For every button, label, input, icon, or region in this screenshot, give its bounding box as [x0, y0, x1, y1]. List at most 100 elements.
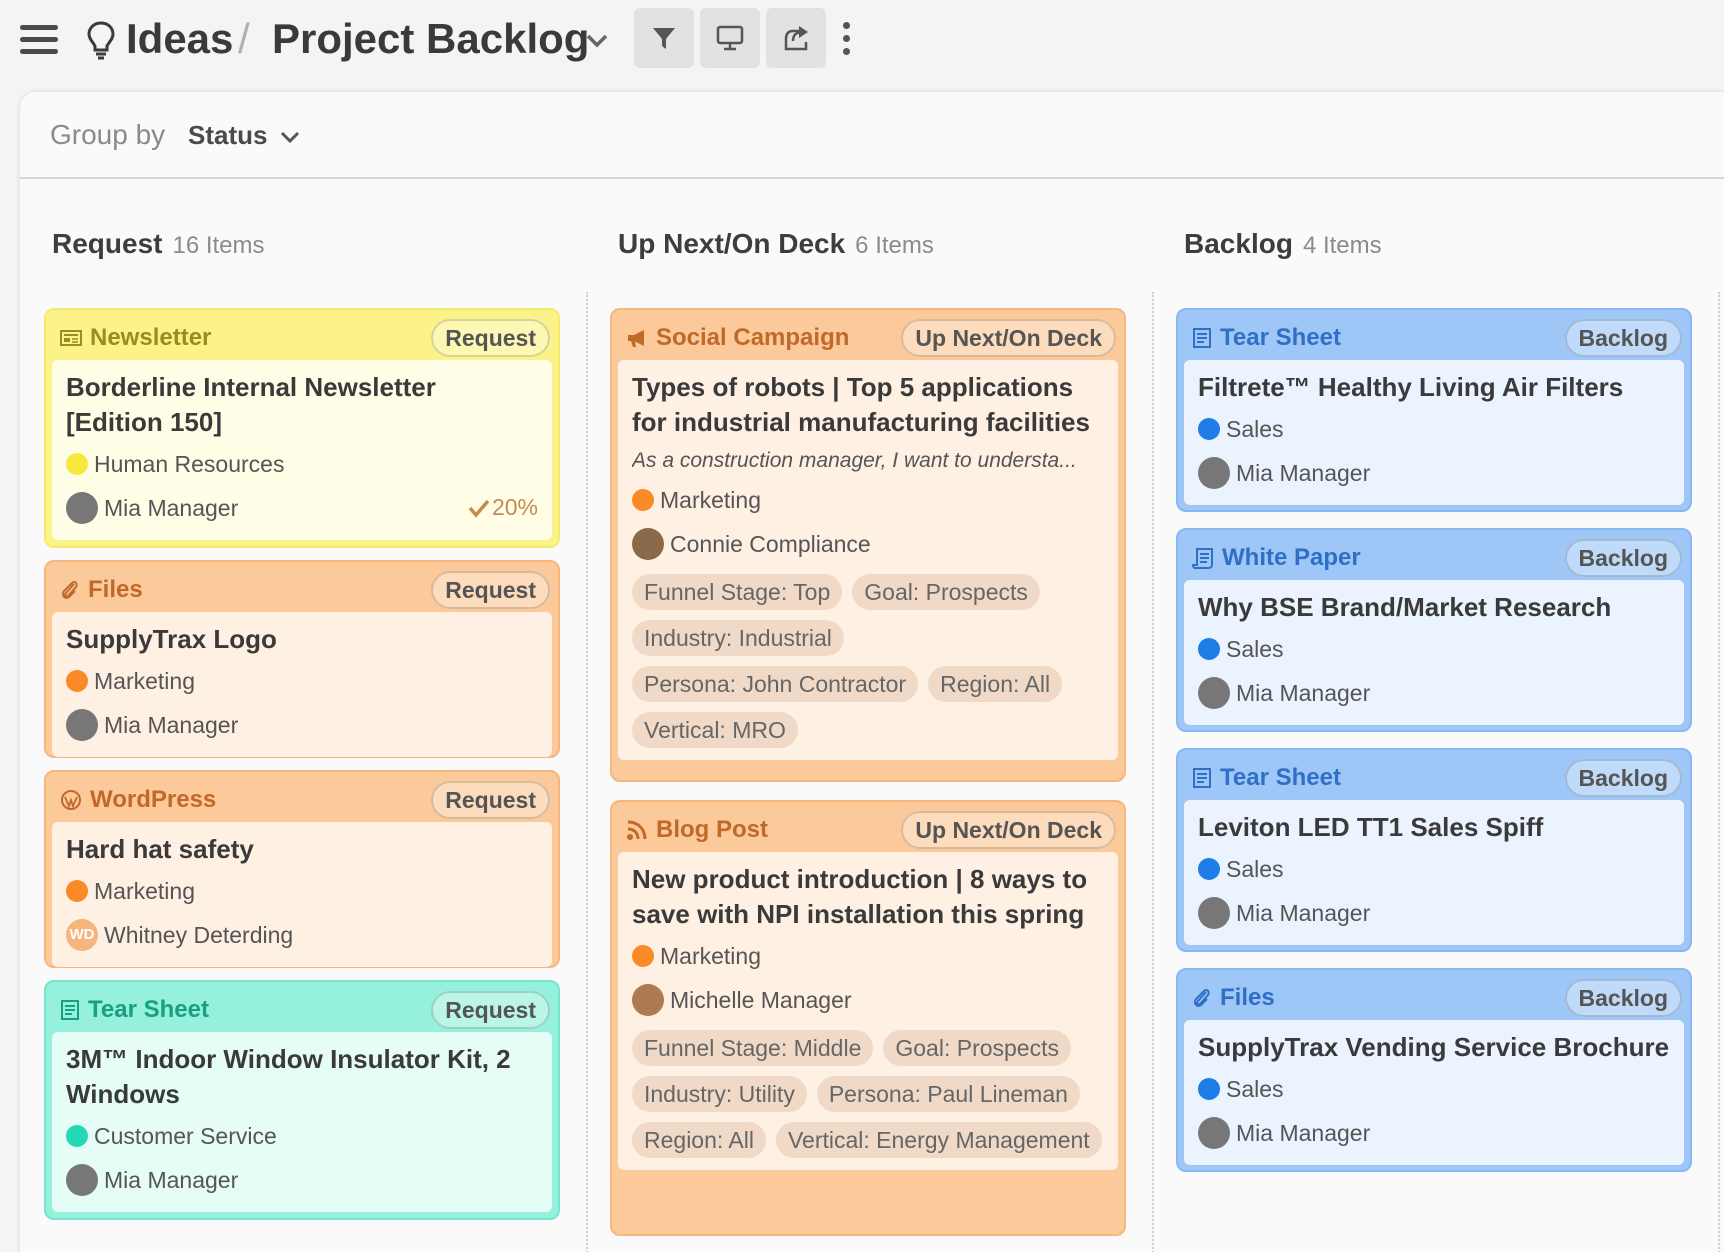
card-title[interactable]: SupplyTrax Vending Service Brochure — [1198, 1030, 1670, 1065]
avatar — [66, 1164, 98, 1196]
present-button[interactable] — [700, 8, 760, 68]
card-type-label: Tear Sheet — [1220, 324, 1341, 351]
share-button[interactable] — [766, 8, 826, 68]
status-badge[interactable]: Backlog — [1564, 319, 1682, 357]
idea-card[interactable]: Tear Sheet Backlog Leviton LED TT1 Sales… — [1176, 748, 1692, 952]
column-header-upnext: Up Next/On Deck 6 Items — [618, 224, 934, 269]
card-body: Filtrete™ Healthy Living Air Filters Sal… — [1184, 360, 1684, 505]
card-type: Files — [60, 572, 143, 608]
avatar — [66, 709, 98, 741]
department-label: Sales — [1226, 1075, 1284, 1102]
card-body: New product introduction | 8 ways to sav… — [618, 852, 1118, 1170]
avatar — [632, 528, 664, 560]
idea-card[interactable]: Tear Sheet Request 3M™ Indoor Window Ins… — [44, 980, 560, 1220]
owner: Mia Manager — [1198, 453, 1670, 493]
idea-card[interactable]: Newsletter Request Borderline Internal N… — [44, 308, 560, 548]
owner-name: Mia Manager — [104, 711, 239, 738]
department-label: Human Resources — [94, 450, 285, 477]
owner: Mia Manager — [1198, 1113, 1670, 1153]
group-by-select[interactable]: Status — [188, 118, 301, 152]
tear-sheet-icon — [1193, 768, 1211, 788]
column-title: Backlog — [1184, 228, 1293, 259]
lightbulb-icon — [87, 21, 115, 60]
card-title[interactable]: Hard hat safety — [66, 832, 538, 867]
tag: Goal: Prospects — [883, 1030, 1071, 1066]
avatar — [1198, 457, 1230, 489]
idea-card[interactable]: Tear Sheet Backlog Filtrete™ Healthy Liv… — [1176, 308, 1692, 512]
owner-name: Mia Manager — [1236, 679, 1371, 706]
white-paper-icon — [1192, 548, 1213, 569]
tear-sheet-icon — [61, 1000, 79, 1020]
card-header: Files Request — [52, 568, 552, 612]
idea-card[interactable]: Blog Post Up Next/On Deck New product in… — [610, 800, 1126, 1236]
card-title[interactable]: SupplyTrax Logo — [66, 622, 538, 657]
department-dot — [66, 453, 88, 475]
column-divider — [1152, 292, 1154, 1252]
board-panel: Group by Status Request 16 Items Up Next/… — [20, 92, 1724, 1252]
owner: Mia Manager — [66, 1160, 538, 1200]
filter-button[interactable] — [634, 8, 694, 68]
idea-card[interactable]: WordPress Request Hard hat safety Market… — [44, 770, 560, 968]
card-type-label: Tear Sheet — [1220, 764, 1341, 791]
department: Marketing — [632, 936, 1104, 976]
tag: Industry: Utility — [632, 1076, 807, 1112]
card-title[interactable]: Types of robots | Top 5 applications for… — [632, 370, 1104, 440]
tag: Persona: Paul Lineman — [816, 1076, 1080, 1112]
hamburger-icon[interactable] — [20, 25, 58, 55]
owner-name: Mia Manager — [1236, 1119, 1371, 1146]
idea-card[interactable]: White Paper Backlog Why BSE Brand/Market… — [1176, 528, 1692, 732]
column-header-request: Request 16 Items — [52, 224, 265, 269]
status-badge[interactable]: Up Next/On Deck — [901, 319, 1116, 357]
paperclip-icon — [1193, 988, 1210, 1007]
owner: Connie Compliance — [632, 524, 1104, 564]
card-body: Why BSE Brand/Market Research Sales Mia … — [1184, 580, 1684, 725]
card-title[interactable]: Leviton LED TT1 Sales Spiff — [1198, 810, 1670, 845]
more-options-icon[interactable] — [840, 22, 852, 56]
status-badge[interactable]: Request — [431, 319, 550, 357]
status-badge[interactable]: Backlog — [1564, 979, 1682, 1017]
department-dot — [66, 1125, 88, 1147]
card-type: Tear Sheet — [60, 992, 209, 1028]
column-title: Up Next/On Deck — [618, 228, 846, 259]
chevron-down-icon — [280, 132, 299, 144]
breadcrumb-root[interactable]: Ideas — [126, 14, 233, 64]
avatar — [632, 984, 664, 1016]
newsletter-icon — [60, 330, 82, 346]
owner: Mia Manager — [1198, 673, 1670, 713]
card-body: 3M™ Indoor Window Insulator Kit, 2 Windo… — [52, 1032, 552, 1212]
card-description: As a construction manager, I want to und… — [632, 449, 1077, 472]
card-header: Social Campaign Up Next/On Deck — [618, 316, 1118, 360]
column-divider — [586, 292, 588, 1252]
filter-icon — [653, 28, 675, 49]
card-header: Newsletter Request — [52, 316, 552, 360]
status-badge[interactable]: Backlog — [1564, 539, 1682, 577]
owner-name: Michelle Manager — [670, 986, 852, 1013]
idea-card[interactable]: Social Campaign Up Next/On Deck Types of… — [610, 308, 1126, 782]
card-body: Leviton LED TT1 Sales Spiff Sales Mia Ma… — [1184, 800, 1684, 945]
card-title[interactable]: Borderline Internal Newsletter [Edition … — [66, 370, 538, 440]
column-divider — [1718, 292, 1720, 1252]
idea-card[interactable]: Files Backlog SupplyTrax Vending Service… — [1176, 968, 1692, 1172]
department-label: Sales — [1226, 635, 1284, 662]
paperclip-icon — [61, 580, 78, 599]
idea-card[interactable]: Files Request SupplyTrax Logo Marketing … — [44, 560, 560, 758]
department-label: Marketing — [660, 942, 761, 969]
status-badge[interactable]: Request — [431, 991, 550, 1029]
monitor-icon — [716, 25, 744, 51]
status-badge[interactable]: Up Next/On Deck — [901, 811, 1116, 849]
department: Sales — [1198, 849, 1670, 889]
status-badge[interactable]: Backlog — [1564, 759, 1682, 797]
status-badge[interactable]: Request — [431, 571, 550, 609]
card-title[interactable]: Filtrete™ Healthy Living Air Filters — [1198, 370, 1670, 405]
tear-sheet-icon — [1193, 328, 1211, 348]
department: Sales — [1198, 629, 1670, 669]
card-title[interactable]: 3M™ Indoor Window Insulator Kit, 2 Windo… — [66, 1042, 538, 1112]
megaphone-icon — [628, 330, 644, 347]
status-badge[interactable]: Request — [431, 781, 550, 819]
chevron-down-icon[interactable] — [584, 28, 610, 54]
tag: Region: All — [928, 666, 1063, 702]
card-title[interactable]: New product introduction | 8 ways to sav… — [632, 862, 1104, 932]
card-title[interactable]: Why BSE Brand/Market Research — [1198, 590, 1670, 625]
owner-name: Mia Manager — [1236, 899, 1371, 926]
wordpress-icon — [61, 790, 81, 810]
